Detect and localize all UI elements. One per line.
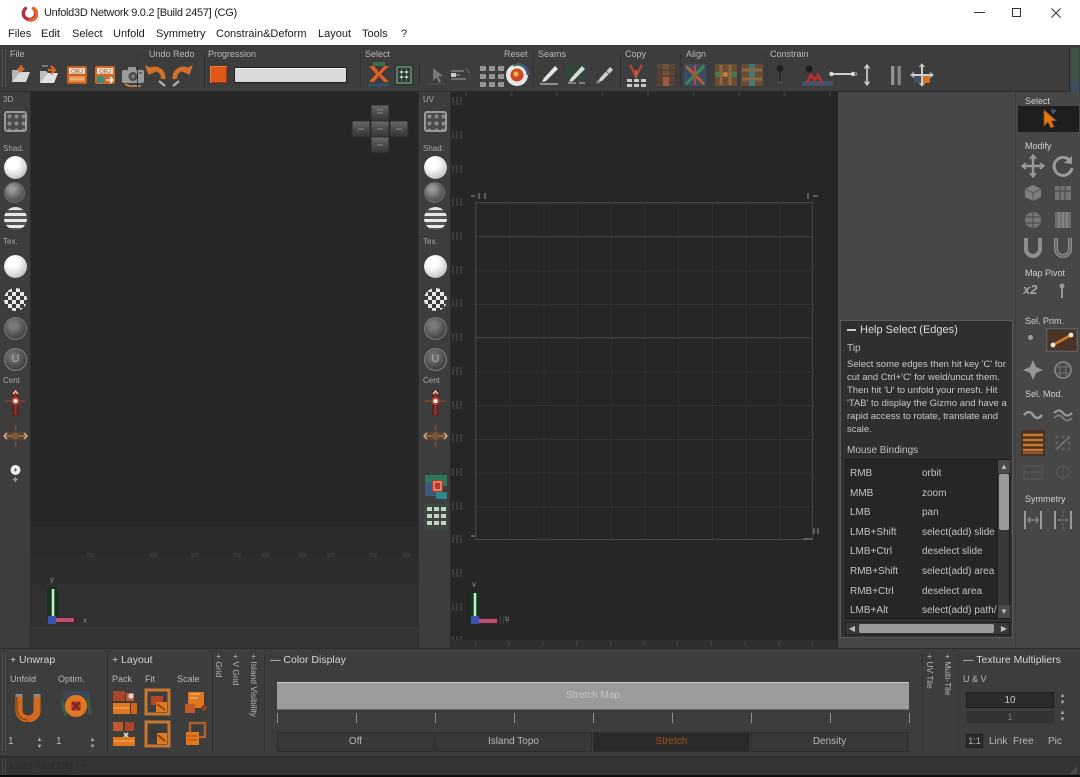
- svg-text:OBJ: OBJ: [71, 70, 83, 76]
- svg-text:OBJ: OBJ: [99, 70, 111, 76]
